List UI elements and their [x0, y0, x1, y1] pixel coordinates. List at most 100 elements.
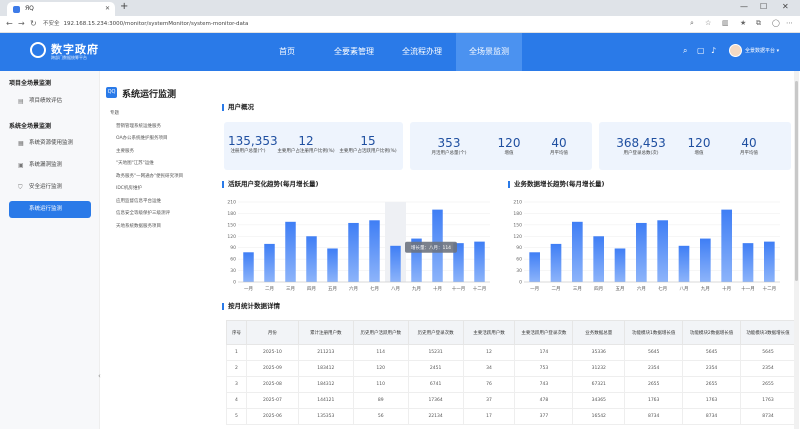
menu-monitor[interactable]: 全场景监测: [456, 33, 522, 71]
table-cell: 56: [352, 408, 409, 425]
x-tick-label: 十月: [433, 285, 442, 292]
avatar[interactable]: [729, 44, 742, 57]
tree-node[interactable]: "天地图"江苏"运维: [116, 160, 154, 166]
column-header[interactable]: 业务数据总量: [572, 320, 626, 345]
search-icon[interactable]: ⌕: [683, 46, 687, 56]
bar[interactable]: [764, 241, 775, 282]
column-header[interactable]: 功能模块2数据增长值: [682, 320, 742, 345]
bar[interactable]: [264, 243, 275, 282]
maximize-icon[interactable]: ☐: [760, 2, 767, 11]
tree-node[interactable]: 营销管理系统运维服务: [116, 123, 161, 129]
column-header[interactable]: 月份: [245, 320, 299, 345]
back-icon[interactable]: ←: [6, 19, 13, 28]
scrollbar[interactable]: [794, 71, 799, 429]
tree-node[interactable]: 专题: [110, 110, 119, 116]
bar[interactable]: [636, 222, 647, 282]
bell-icon[interactable]: ♪: [711, 46, 716, 55]
bar[interactable]: [614, 248, 626, 282]
bar[interactable]: [285, 221, 296, 282]
column-header[interactable]: 功能模块1数据增长值: [624, 320, 684, 345]
table-cell: 2025-09: [245, 360, 299, 377]
split-icon[interactable]: ▥: [722, 19, 729, 27]
y-tick-label: 0: [233, 280, 236, 286]
column-header[interactable]: 累计注册用户数: [297, 320, 354, 345]
tree-node[interactable]: 应用监督信息平台运维: [116, 198, 161, 204]
bar[interactable]: [390, 245, 401, 282]
message-icon[interactable]: ▢: [697, 46, 705, 55]
table-cell: 1: [226, 344, 247, 361]
table-cell: 3: [226, 376, 247, 393]
menu-elements[interactable]: 全要素管理: [322, 33, 386, 71]
x-tick-label: 一月: [244, 286, 253, 292]
sidebar-item-project-eval[interactable]: ▤ 项目绩效评估: [9, 93, 91, 110]
close-tab-icon[interactable]: ✕: [105, 2, 110, 16]
bar[interactable]: [721, 209, 732, 282]
bar[interactable]: [474, 241, 485, 282]
bar[interactable]: [348, 222, 359, 282]
url-text: 192.168.15.234:3000/monitor/systemMonito…: [63, 21, 249, 27]
bar[interactable]: [657, 220, 668, 282]
menu-process[interactable]: 全流程办理: [390, 33, 454, 71]
minimize-icon[interactable]: —: [740, 2, 748, 11]
tree-node[interactable]: 信息安全等级保护三级测评: [116, 210, 170, 216]
tree-node[interactable]: 政务服务"一网通办"便民研究项目: [116, 173, 183, 179]
column-header[interactable]: 主要活跃用户登录次数: [514, 320, 574, 345]
sidebar-group-project: 项目全场景监测: [9, 80, 52, 87]
table-row[interactable]: 2 2025-09 183412 120 2451 34 753 31232 2354 2354 2…: [226, 360, 796, 377]
table-row[interactable]: 5 2025-06 135353 56 22134 17 377 16542 8734 8734 8…: [226, 408, 796, 425]
sidebar-item-resource[interactable]: ▦ 系统资源使用监测: [9, 135, 91, 152]
column-header[interactable]: 历史用户登录次数: [407, 320, 464, 345]
bar[interactable]: [593, 236, 604, 282]
bar[interactable]: [327, 248, 338, 282]
profile-icon[interactable]: ◯: [772, 19, 780, 27]
new-tab-icon[interactable]: +: [120, 1, 128, 12]
bar[interactable]: [550, 243, 562, 282]
user-menu[interactable]: 全景数据平台 ▾: [745, 47, 779, 54]
menu-home[interactable]: 首页: [262, 33, 312, 71]
url-input[interactable]: 不安全 192.168.15.234:3000/monitor/systemMon…: [43, 19, 603, 30]
sidebar-item-label: 系统资源使用监测: [29, 140, 74, 146]
bar[interactable]: [742, 243, 754, 282]
stat-active-main-ratio: 15 主要用户占活跃用户比例(%): [339, 134, 397, 154]
table-cell: 144121: [297, 392, 354, 409]
bar[interactable]: [369, 220, 380, 282]
scrollbar-thumb[interactable]: [795, 81, 798, 281]
zoom-icon[interactable]: ⌕: [690, 19, 694, 28]
tree-node[interactable]: 主要服务: [116, 148, 134, 154]
bar[interactable]: [243, 252, 254, 282]
table-cell: 183412: [297, 360, 354, 377]
bar[interactable]: [678, 245, 690, 282]
bar[interactable]: [572, 221, 583, 282]
table-row[interactable]: 4 2025-07 144121 89 17364 37 478 34365 1763 1763 1…: [226, 392, 796, 409]
tree-node[interactable]: 天地系统数据服务项目: [116, 223, 161, 229]
column-header[interactable]: 历史用户活跃用户数: [352, 320, 409, 345]
tree-node[interactable]: OA办公系统维护服务项目: [116, 135, 168, 141]
favorites-icon[interactable]: ★: [740, 19, 746, 27]
table-cell: 2451: [407, 360, 464, 377]
table-row[interactable]: 1 2025-10 211213 114 15231 12 174 35336 5645 5645…: [226, 344, 796, 361]
table-row[interactable]: 3 2025-08 184312 110 6741 76 743 67321 2655 2655 2…: [226, 376, 796, 393]
x-tick-label: 六月: [637, 285, 646, 292]
tooltip-text: 增长量：八月：114: [411, 244, 451, 251]
forward-icon[interactable]: →: [18, 19, 25, 28]
sidebar-item-running[interactable]: 系统运行监测: [9, 201, 91, 218]
browser-tab[interactable]: ЯQ ✕: [7, 2, 115, 16]
bar[interactable]: [306, 236, 317, 282]
more-icon[interactable]: ⋯: [786, 19, 793, 27]
sidebar-item-vuln[interactable]: ▣ 系统漏洞监测: [9, 157, 91, 174]
bar[interactable]: [529, 252, 540, 282]
star-icon[interactable]: ☆: [705, 19, 711, 27]
sidebar-item-security[interactable]: ⛉ 安全运行监测: [9, 179, 91, 196]
collapse-sidebar-icon[interactable]: ‹: [98, 372, 101, 380]
tree-node[interactable]: IDC机房维护: [116, 185, 142, 191]
close-window-icon[interactable]: ✕: [782, 2, 789, 11]
monthly-stats-table: 序号 月份 累计注册用户数 历史用户活跃用户数 历史用户登录次数 主要活跃用户数 主要活跃用…: [226, 320, 796, 425]
reload-icon[interactable]: ↻: [30, 19, 37, 28]
column-header[interactable]: 序号: [226, 320, 247, 345]
column-header[interactable]: 主要活跃用户数: [462, 320, 516, 345]
column-header[interactable]: 功能模块3数据增长值: [740, 320, 796, 345]
collections-icon[interactable]: ⧉: [756, 19, 761, 28]
x-tick-label: 七月: [658, 285, 667, 292]
sidebar: 项目全场景监测 ▤ 项目绩效评估 系统全场景监测 ▦ 系统资源使用监测 ▣ 系统漏洞监…: [0, 71, 100, 429]
bar[interactable]: [700, 238, 711, 282]
